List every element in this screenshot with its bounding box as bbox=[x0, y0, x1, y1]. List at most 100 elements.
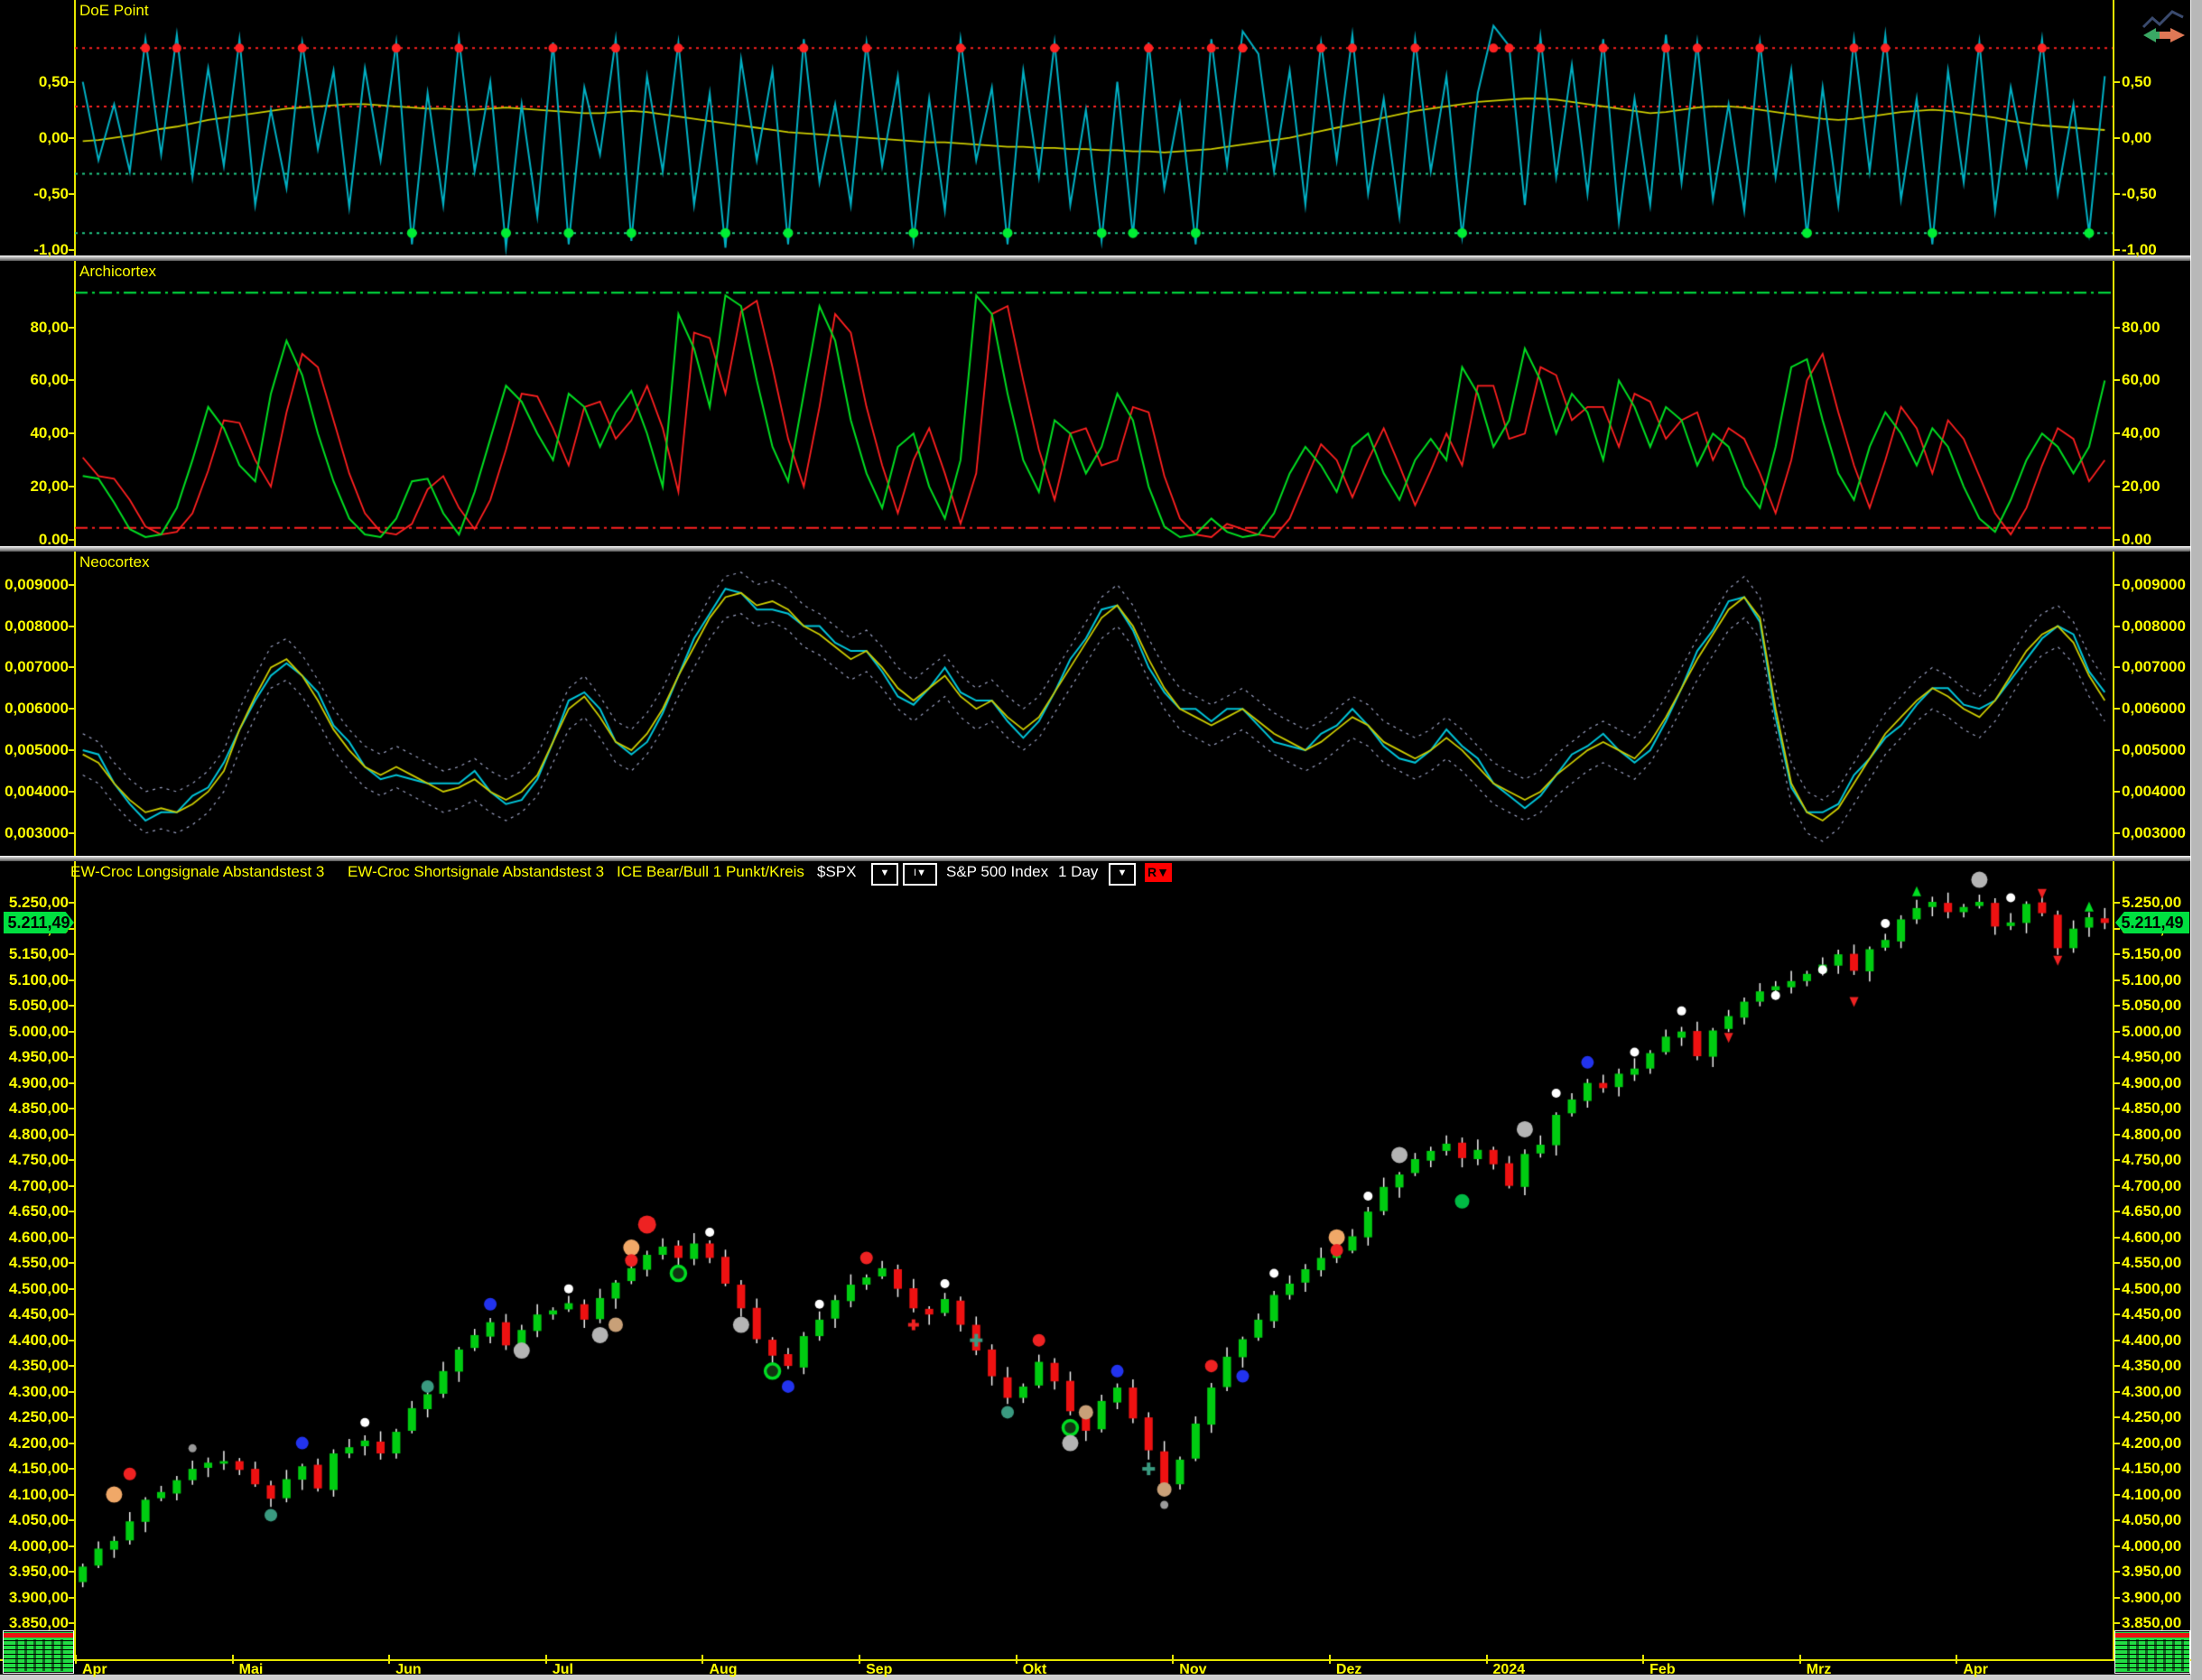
axis-tick bbox=[69, 953, 75, 956]
y-axis-label-right: 0,006000 bbox=[2122, 700, 2186, 718]
axis-tick bbox=[2114, 1287, 2120, 1290]
y-axis-label-left: -1,00 bbox=[33, 240, 69, 258]
symbol-label[interactable]: $SPX bbox=[817, 863, 856, 885]
y-axis-label-left: 4.550,00 bbox=[8, 1254, 69, 1272]
axis-tick bbox=[2114, 80, 2120, 83]
axis-tick bbox=[69, 1262, 75, 1265]
indicator-label-long[interactable]: EW-Croc Longsignale Abstandstest 3 bbox=[70, 863, 324, 885]
axis-tick bbox=[69, 1442, 75, 1444]
y-axis-label-left: 3.900,00 bbox=[8, 1588, 69, 1606]
axis-tick bbox=[2114, 749, 2120, 752]
y-axis-label-left: 4.500,00 bbox=[8, 1279, 69, 1297]
interval-dropdown[interactable]: I▼ bbox=[903, 863, 937, 886]
axis-tick bbox=[2114, 326, 2120, 329]
axis-tick bbox=[69, 749, 75, 752]
axis-tick bbox=[2114, 486, 2120, 488]
y-axis-label-right: 4.200,00 bbox=[2122, 1434, 2182, 1452]
axis-tick bbox=[69, 1313, 75, 1316]
axis-tick bbox=[2114, 1416, 2120, 1419]
last-price-badge-right: 5.211,49 bbox=[2115, 912, 2189, 933]
y-axis-label-right: 4.050,00 bbox=[2122, 1511, 2182, 1529]
axis-tick bbox=[2114, 1211, 2120, 1213]
y-axis-label-left: 0,004000 bbox=[5, 782, 69, 800]
y-axis-label-left: 4.300,00 bbox=[8, 1382, 69, 1400]
vertical-scrollbar[interactable] bbox=[2190, 0, 2202, 1680]
axis-tick bbox=[2114, 790, 2120, 793]
trend-arrows-icon[interactable] bbox=[2142, 7, 2187, 45]
axis-tick bbox=[2114, 1081, 2120, 1084]
axis-tick bbox=[2114, 1262, 2120, 1265]
y-axis-label-right: 4.550,00 bbox=[2122, 1254, 2182, 1272]
axis-tick bbox=[2114, 1236, 2120, 1239]
archicortex-chart[interactable] bbox=[75, 261, 2113, 546]
candlestick-chart[interactable] bbox=[75, 861, 2113, 1659]
axis-tick bbox=[69, 583, 75, 586]
axis-tick bbox=[69, 1519, 75, 1522]
y-axis-label-left: 0,005000 bbox=[5, 741, 69, 759]
month-label: Jul bbox=[552, 1662, 573, 1677]
axis-tick bbox=[2114, 953, 2120, 956]
y-axis-label-left: 4.200,00 bbox=[8, 1434, 69, 1452]
y-axis-line-right bbox=[2113, 261, 2114, 546]
y-axis-label-left: 4.900,00 bbox=[8, 1073, 69, 1091]
axis-tick bbox=[69, 1365, 75, 1368]
neocortex-chart[interactable] bbox=[75, 552, 2113, 856]
month-label: Dez bbox=[1335, 1662, 1362, 1677]
axis-tick bbox=[69, 192, 75, 195]
y-axis-label-left: 4.000,00 bbox=[8, 1536, 69, 1555]
y-axis-label-left: 4.150,00 bbox=[8, 1460, 69, 1478]
y-axis-label-right: -1,00 bbox=[2122, 240, 2157, 258]
y-axis-label-left: 0,007000 bbox=[5, 658, 69, 676]
panel-doe-point: DoE Point bbox=[0, 0, 2191, 255]
y-axis-label-left: 0,006000 bbox=[5, 700, 69, 718]
y-axis-label-left: 0,50 bbox=[38, 72, 69, 90]
y-axis-label-right: 5.150,00 bbox=[2122, 945, 2182, 963]
axis-tick bbox=[69, 1596, 75, 1599]
y-axis-label-left: 4.600,00 bbox=[8, 1228, 69, 1246]
axis-tick bbox=[69, 1468, 75, 1471]
month-label: Aug bbox=[709, 1662, 738, 1677]
month-tick bbox=[1328, 1655, 1331, 1664]
month-tick bbox=[1485, 1655, 1488, 1664]
axis-tick bbox=[2114, 538, 2120, 541]
indicator-label-ice[interactable]: ICE Bear/Bull 1 Punkt/Kreis bbox=[617, 863, 804, 885]
r-button[interactable]: R▼ bbox=[1145, 863, 1172, 882]
month-tick bbox=[544, 1655, 547, 1664]
period-dropdown[interactable]: ▼ bbox=[1109, 863, 1136, 886]
axis-tick bbox=[69, 1416, 75, 1419]
y-axis-label-left: 4.800,00 bbox=[8, 1125, 69, 1143]
last-price-badge-left: 5.211,49 bbox=[4, 912, 74, 933]
month-tick bbox=[701, 1655, 704, 1664]
y-axis-label-right: 0.00 bbox=[2122, 530, 2152, 548]
y-axis-label-left: 4.850,00 bbox=[8, 1100, 69, 1118]
axis-tick bbox=[69, 1493, 75, 1496]
y-axis-label-left: 4.700,00 bbox=[8, 1176, 69, 1194]
y-axis-label-left: 5.050,00 bbox=[8, 997, 69, 1015]
x-axis-line bbox=[0, 1659, 2191, 1661]
axis-tick bbox=[69, 902, 75, 905]
panel-title: Neocortex bbox=[79, 553, 150, 571]
axis-tick bbox=[69, 1390, 75, 1393]
y-axis-label-right: 0,003000 bbox=[2122, 823, 2186, 841]
compressed-scale-labels-left bbox=[3, 1630, 74, 1674]
axis-tick bbox=[69, 1159, 75, 1162]
y-axis-label-left: 4.100,00 bbox=[8, 1485, 69, 1503]
month-label: Jun bbox=[395, 1662, 422, 1677]
symbol-dropdown[interactable]: ▼ bbox=[871, 863, 898, 886]
y-axis-label-left: 3.950,00 bbox=[8, 1563, 69, 1581]
doe-point-chart[interactable] bbox=[75, 0, 2113, 255]
axis-tick bbox=[2114, 1571, 2120, 1573]
y-axis-label-right: 3.950,00 bbox=[2122, 1563, 2182, 1581]
axis-tick bbox=[2114, 248, 2120, 251]
period-label: 1 Day bbox=[1058, 863, 1099, 880]
indicator-label-short[interactable]: EW-Croc Shortsignale Abstandstest 3 bbox=[348, 863, 604, 885]
panel-price-chart: Psychator S&P 500 Index (Tag) bbox=[0, 861, 2191, 1659]
axis-tick bbox=[2114, 1545, 2120, 1547]
axis-tick bbox=[2114, 1339, 2120, 1341]
y-axis-label-right: 0,007000 bbox=[2122, 658, 2186, 676]
axis-tick bbox=[2114, 1184, 2120, 1187]
y-axis-label-left: 4.350,00 bbox=[8, 1357, 69, 1375]
y-axis-label-left: 40,00 bbox=[30, 424, 69, 442]
axis-tick bbox=[2114, 666, 2120, 669]
axis-tick bbox=[2114, 1313, 2120, 1316]
